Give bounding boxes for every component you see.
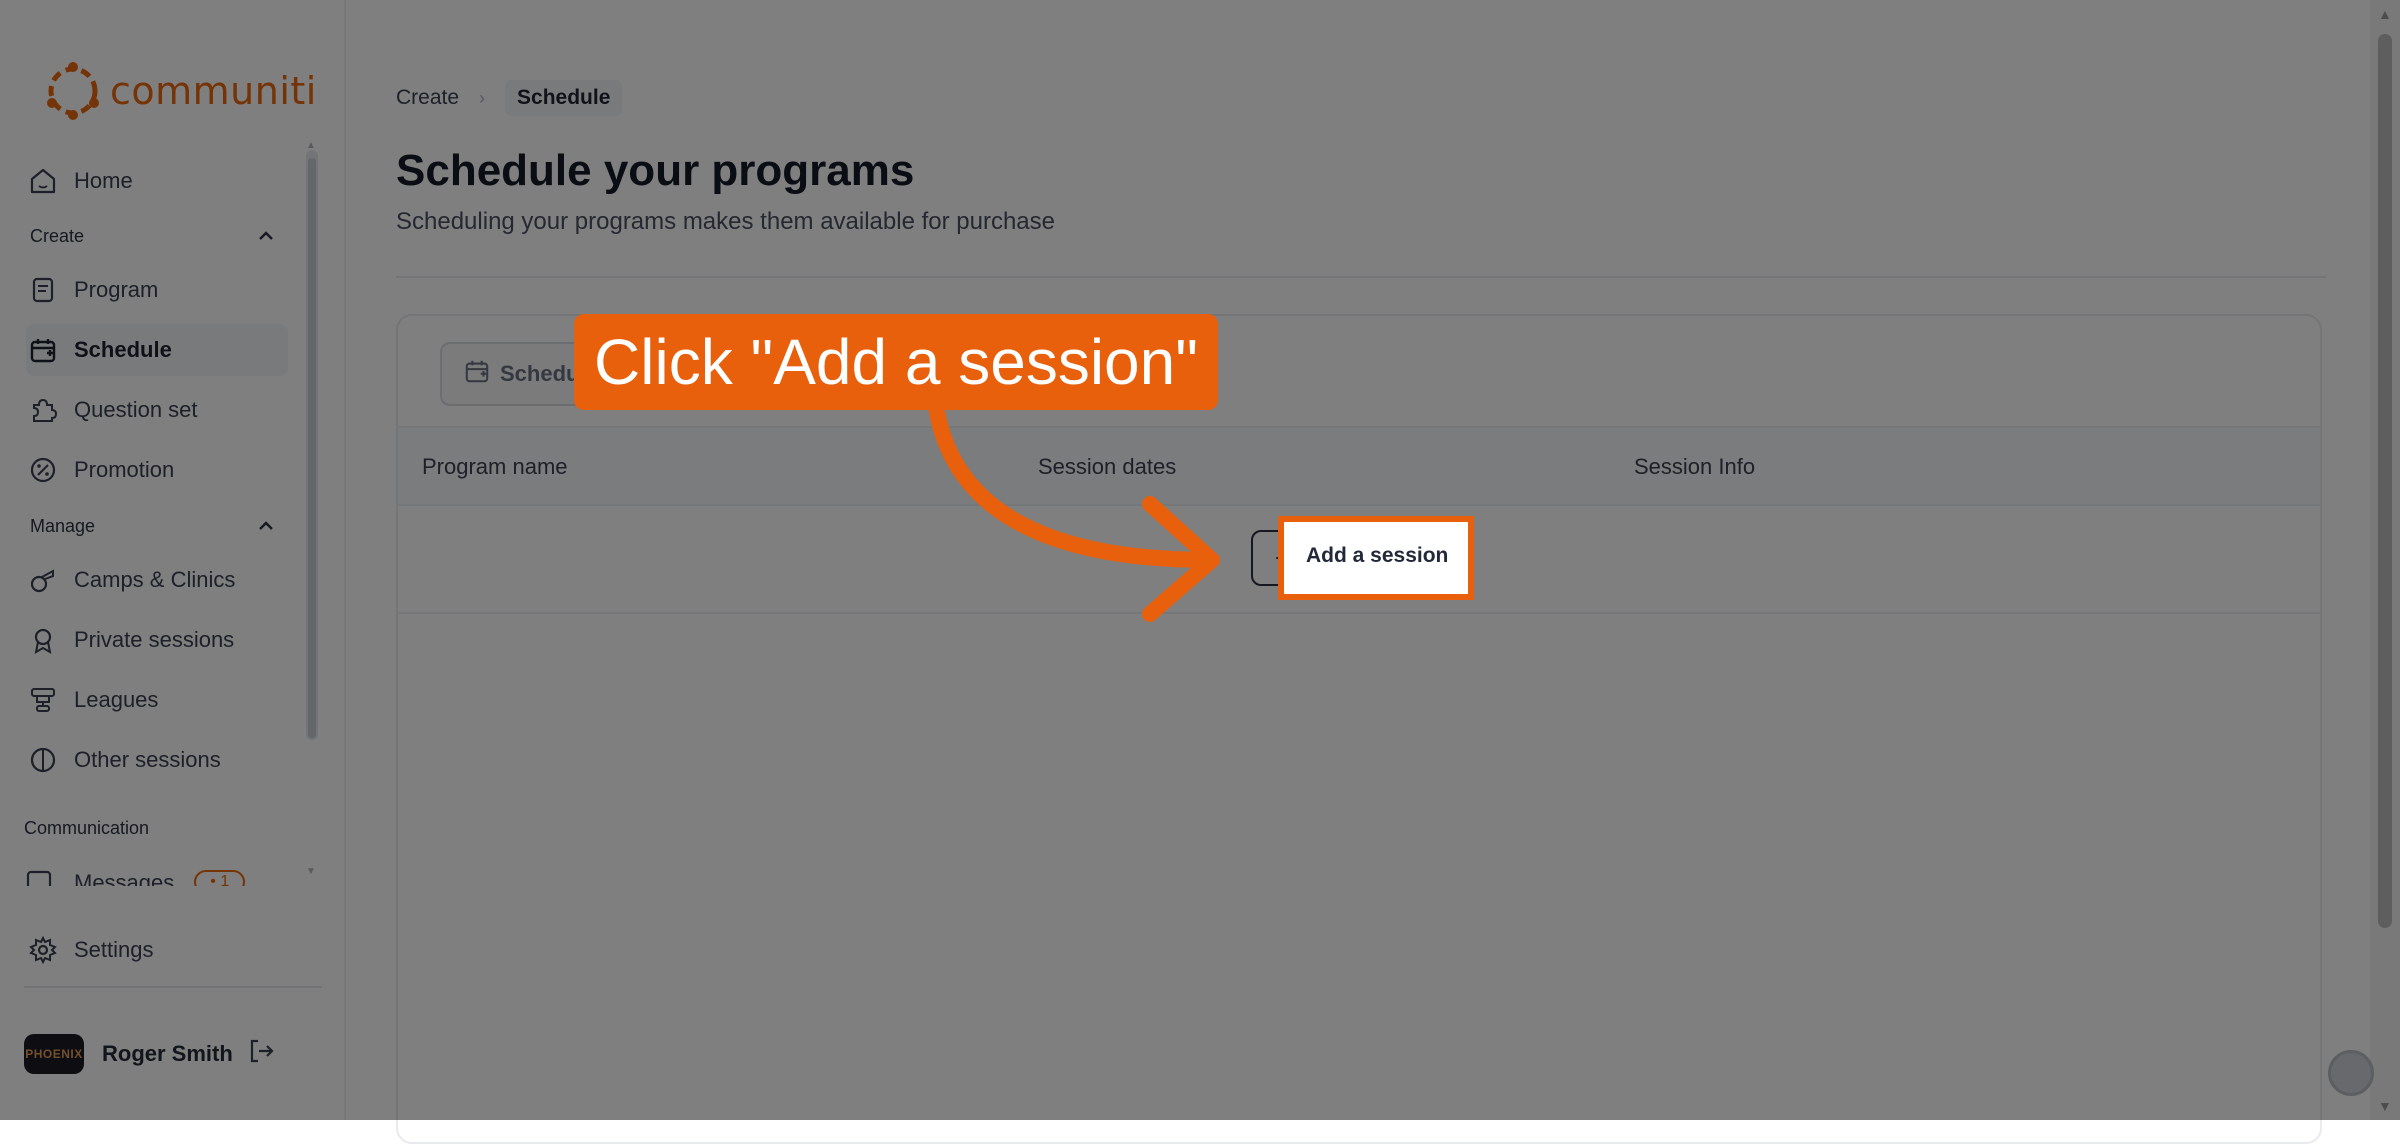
tutorial-arrow — [928, 398, 1220, 622]
callout-text: Click "Add a session" — [594, 326, 1198, 398]
tutorial-callout: Click "Add a session" — [574, 314, 1218, 410]
